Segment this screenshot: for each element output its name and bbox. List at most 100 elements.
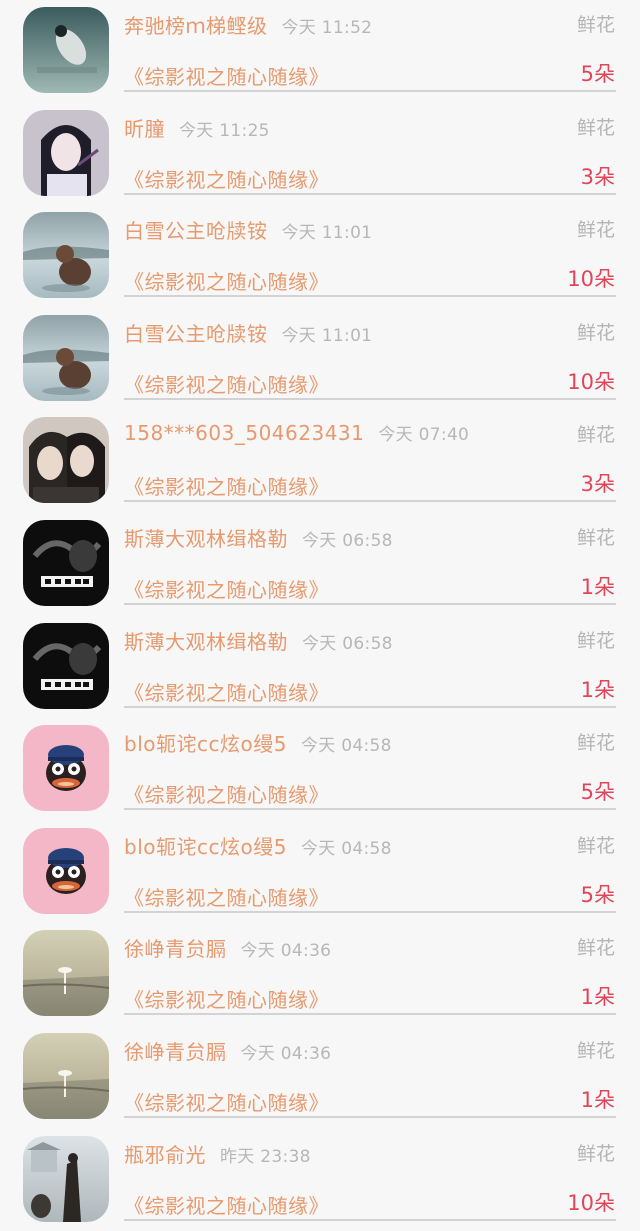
- username-line: 白雪公主呛牍铵 今天 11:01: [124, 318, 372, 347]
- row-divider: [124, 1115, 616, 1118]
- book-title[interactable]: 《综影视之随心随缘》: [124, 266, 329, 295]
- username[interactable]: 徐峥青贠膈: [124, 1040, 227, 1064]
- gift-type: 鲜花: [576, 1039, 615, 1062]
- username-line: 瓶邪俞光 昨天 23:38: [124, 1139, 311, 1168]
- gift-record-row[interactable]: blo轭诧cc炫o缦5 今天 04:58 鲜花 《综影视之随心随缘》 5朵: [0, 718, 640, 821]
- avatar-foggy-lake[interactable]: [23, 930, 109, 1017]
- username-line: 徐峥青贠膈 今天 04:36: [124, 1036, 331, 1065]
- username-line: 斯薄大观林缉格勒 今天 06:58: [124, 523, 393, 552]
- book-title[interactable]: 《综影视之随心随缘》: [124, 779, 329, 808]
- gift-type: 鲜花: [576, 1142, 615, 1165]
- gift-count: 5朵: [580, 62, 615, 86]
- username[interactable]: 斯薄大观林缉格勒: [124, 630, 288, 654]
- username[interactable]: 徐峥青贠膈: [124, 937, 227, 961]
- book-title[interactable]: 《综影视之随心随缘》: [124, 1190, 329, 1219]
- row-divider: [124, 397, 616, 400]
- row-divider: [124, 500, 616, 503]
- username-line: 奔驰榜ｍ梯鲣级 今天 11:52: [124, 10, 372, 39]
- gift-type: 鲜花: [576, 629, 615, 652]
- username-line: 白雪公主呛牍铵 今天 11:01: [124, 215, 372, 244]
- book-title[interactable]: 《综影视之随心随缘》: [124, 164, 329, 193]
- gift-count: 10朵: [567, 369, 615, 394]
- avatar-foggy-lake[interactable]: [23, 1032, 109, 1119]
- gift-record-row[interactable]: blo轭诧cc炫o缦5 今天 04:58 鲜花 《综影视之随心随缘》 5朵: [0, 821, 640, 924]
- gift-record-row[interactable]: 白雪公主呛牍铵 今天 11:01 鲜花 《综影视之随心随缘》 10朵: [0, 308, 640, 411]
- avatar-monkey-pink[interactable]: [23, 725, 109, 812]
- gift-count: 3朵: [580, 164, 615, 189]
- gift-count: 10朵: [567, 1190, 615, 1215]
- gift-count: 3朵: [580, 472, 615, 497]
- gift-type: 鲜花: [576, 219, 615, 242]
- gift-type: 鲜花: [576, 424, 615, 447]
- row-divider: [124, 192, 616, 195]
- book-title[interactable]: 《综影视之随心随缘》: [124, 1087, 329, 1116]
- gift-type: 鲜花: [576, 321, 615, 344]
- username[interactable]: 白雪公主呛牍铵: [124, 219, 268, 243]
- book-title[interactable]: 《综影视之随心随缘》: [124, 984, 329, 1013]
- timestamp: 今天 04:36: [240, 941, 332, 962]
- username-line: 徐峥青贠膈 今天 04:36: [124, 933, 331, 962]
- avatar-smoke-dark[interactable]: [23, 622, 109, 709]
- book-title[interactable]: 《综影视之随心随缘》: [124, 61, 329, 90]
- gift-record-row[interactable]: 158***603_504623431 今天 07:40 鲜花 《综影视之随心随缘…: [0, 410, 640, 513]
- gift-count: 1朵: [580, 677, 615, 702]
- timestamp: 今天 06:58: [302, 633, 393, 654]
- gift-type: 鲜花: [576, 14, 615, 36]
- row-divider: [124, 90, 616, 92]
- avatar-two-men[interactable]: [23, 417, 109, 504]
- gift-record-row[interactable]: 奔驰榜ｍ梯鲣级 今天 11:52 鲜花 《综影视之随心随缘》 5朵: [0, 0, 640, 103]
- gift-count: 1朵: [580, 574, 615, 599]
- username-line: 昕朣 今天 11:25: [124, 113, 270, 142]
- timestamp: 今天 04:58: [300, 838, 392, 859]
- avatar-monkey-pink[interactable]: [23, 827, 109, 914]
- gift-count: 5朵: [580, 780, 615, 805]
- avatar-dog-lake[interactable]: [23, 212, 109, 299]
- gift-record-row[interactable]: 斯薄大观林缉格勒 今天 06:58 鲜花 《综影视之随心随缘》 1朵: [0, 616, 640, 719]
- book-title[interactable]: 《综影视之随心随缘》: [124, 471, 329, 500]
- avatar-anime-girl[interactable]: [23, 109, 109, 196]
- timestamp: 今天 11:01: [281, 223, 373, 244]
- gift-record-row[interactable]: 白雪公主呛牍铵 今天 11:01 鲜花 《综影视之随心随缘》 10朵: [0, 205, 640, 308]
- username[interactable]: 158***603_504623431: [124, 421, 364, 445]
- row-divider: [124, 910, 616, 913]
- username[interactable]: 瓶邪俞光: [124, 1143, 206, 1167]
- avatar-dog-lake[interactable]: [23, 314, 109, 401]
- username[interactable]: blo轭诧cc炫o缦5: [124, 732, 287, 756]
- avatar-snow-figure[interactable]: [23, 1135, 109, 1222]
- gift-type: 鲜花: [576, 116, 615, 139]
- gift-type: 鲜花: [576, 732, 615, 755]
- avatar-smoke-dark[interactable]: [23, 519, 109, 606]
- book-title[interactable]: 《综影视之随心随缘》: [124, 369, 329, 398]
- row-divider: [124, 295, 616, 298]
- gift-count: 10朵: [567, 267, 615, 292]
- gift-record-row[interactable]: 徐峥青贠膈 今天 04:36 鲜花 《综影视之随心随缘》 1朵: [0, 1026, 640, 1129]
- username[interactable]: 斯薄大观林缉格勒: [124, 527, 288, 551]
- gift-record-row[interactable]: 瓶邪俞光 昨天 23:38 鲜花 《综影视之随心随缘》 10朵: [0, 1129, 640, 1231]
- book-title[interactable]: 《综影视之随心随缘》: [124, 574, 329, 603]
- timestamp: 今天 11:01: [281, 325, 373, 346]
- avatar-girl-floating[interactable]: [23, 7, 109, 93]
- book-title[interactable]: 《综影视之随心随缘》: [124, 677, 329, 706]
- gift-type: 鲜花: [576, 937, 615, 960]
- username[interactable]: 昕朣: [124, 117, 165, 141]
- timestamp: 今天 06:58: [302, 530, 393, 551]
- username[interactable]: 奔驰榜ｍ梯鲣级: [124, 14, 268, 38]
- username[interactable]: 白雪公主呛牍铵: [124, 322, 268, 346]
- username[interactable]: blo轭诧cc炫o缦5: [124, 835, 287, 859]
- username-line: blo轭诧cc炫o缦5 今天 04:58: [124, 728, 392, 757]
- gift-count: 1朵: [580, 985, 615, 1010]
- gift-count: 1朵: [580, 1087, 615, 1112]
- row-divider: [124, 808, 616, 811]
- timestamp: 今天 07:40: [378, 425, 470, 446]
- timestamp: 今天 04:58: [300, 736, 392, 757]
- gift-record-row[interactable]: 昕朣 今天 11:25 鲜花 《综影视之随心随缘》 3朵: [0, 103, 640, 206]
- gift-type: 鲜花: [576, 526, 615, 549]
- gift-record-row[interactable]: 徐峥青贠膈 今天 04:36 鲜花 《综影视之随心随缘》 1朵: [0, 923, 640, 1026]
- gift-record-row[interactable]: 斯薄大观林缉格勒 今天 06:58 鲜花 《综影视之随心随缘》 1朵: [0, 513, 640, 616]
- gift-count: 5朵: [580, 882, 615, 907]
- book-title[interactable]: 《综影视之随心随缘》: [124, 882, 329, 911]
- row-divider: [124, 1218, 616, 1221]
- username-line: blo轭诧cc炫o缦5 今天 04:58: [124, 831, 392, 860]
- gift-type: 鲜花: [576, 834, 615, 857]
- timestamp: 今天 04:36: [240, 1043, 332, 1064]
